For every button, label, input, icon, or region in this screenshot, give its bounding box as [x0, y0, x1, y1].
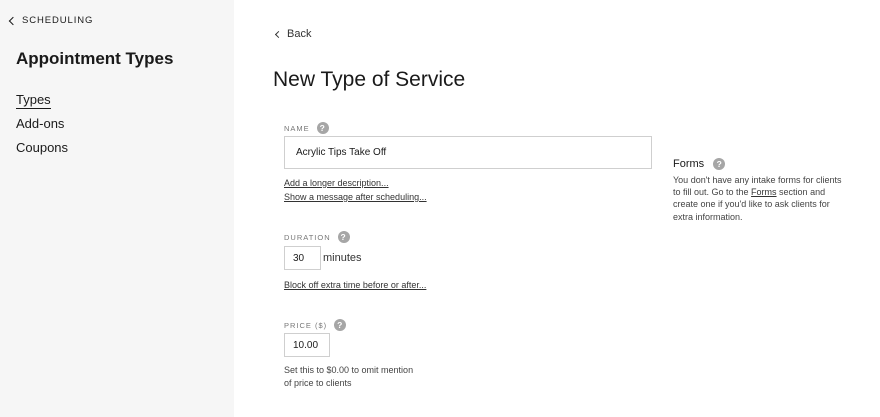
- name-input[interactable]: [284, 136, 652, 169]
- price-label: PRICE ($): [284, 320, 328, 330]
- help-icon[interactable]: ?: [334, 319, 347, 331]
- block-extra-time-link[interactable]: Block off extra time before or after...: [284, 280, 426, 290]
- breadcrumb-label: SCHEDULING: [22, 15, 94, 26]
- sidebar-item-coupons[interactable]: Coupons: [16, 140, 68, 164]
- back-label: Back: [287, 28, 312, 40]
- sidebar-item-types[interactable]: Types: [16, 92, 68, 116]
- breadcrumb-scheduling[interactable]: SCHEDULING: [8, 15, 93, 26]
- forms-title: Forms: [673, 158, 705, 170]
- price-hint: Set this to $0.00 to omit mention of pri…: [284, 365, 414, 388]
- price-input[interactable]: [284, 333, 330, 357]
- duration-label-row: DURATION ?: [284, 231, 350, 243]
- sidebar-item-add-ons[interactable]: Add-ons: [16, 116, 68, 140]
- chevron-left-icon: [8, 16, 18, 25]
- duration-input[interactable]: [284, 246, 321, 270]
- duration-label: DURATION: [284, 232, 331, 242]
- duration-unit: minutes: [323, 252, 362, 264]
- sidebar-title: Appointment Types: [16, 49, 174, 68]
- sidebar-item-label: Coupons: [16, 140, 69, 155]
- help-icon[interactable]: ?: [713, 158, 726, 170]
- sidebar-nav: Types Add-ons Coupons: [16, 92, 68, 164]
- name-label: NAME: [284, 123, 310, 133]
- help-icon[interactable]: ?: [316, 122, 329, 134]
- add-description-link[interactable]: Add a longer description...: [284, 178, 389, 188]
- page-title: New Type of Service: [273, 68, 466, 91]
- sidebar-item-label: Add-ons: [16, 116, 65, 131]
- sidebar-item-label: Types: [16, 92, 51, 109]
- help-icon[interactable]: ?: [337, 231, 350, 243]
- sidebar: SCHEDULING Appointment Types Types Add-o…: [0, 0, 234, 417]
- forms-link[interactable]: Forms: [751, 187, 777, 197]
- chevron-left-icon: [274, 30, 283, 38]
- forms-info: You don't have any intake forms for clie…: [673, 174, 843, 223]
- price-label-row: PRICE ($) ?: [284, 319, 347, 331]
- name-label-row: NAME ?: [284, 122, 329, 134]
- main-panel: Back New Type of Service NAME ? Add a lo…: [234, 0, 880, 417]
- show-message-link[interactable]: Show a message after scheduling...: [284, 192, 427, 202]
- forms-heading: Forms ?: [673, 158, 726, 170]
- back-button[interactable]: Back: [274, 28, 311, 40]
